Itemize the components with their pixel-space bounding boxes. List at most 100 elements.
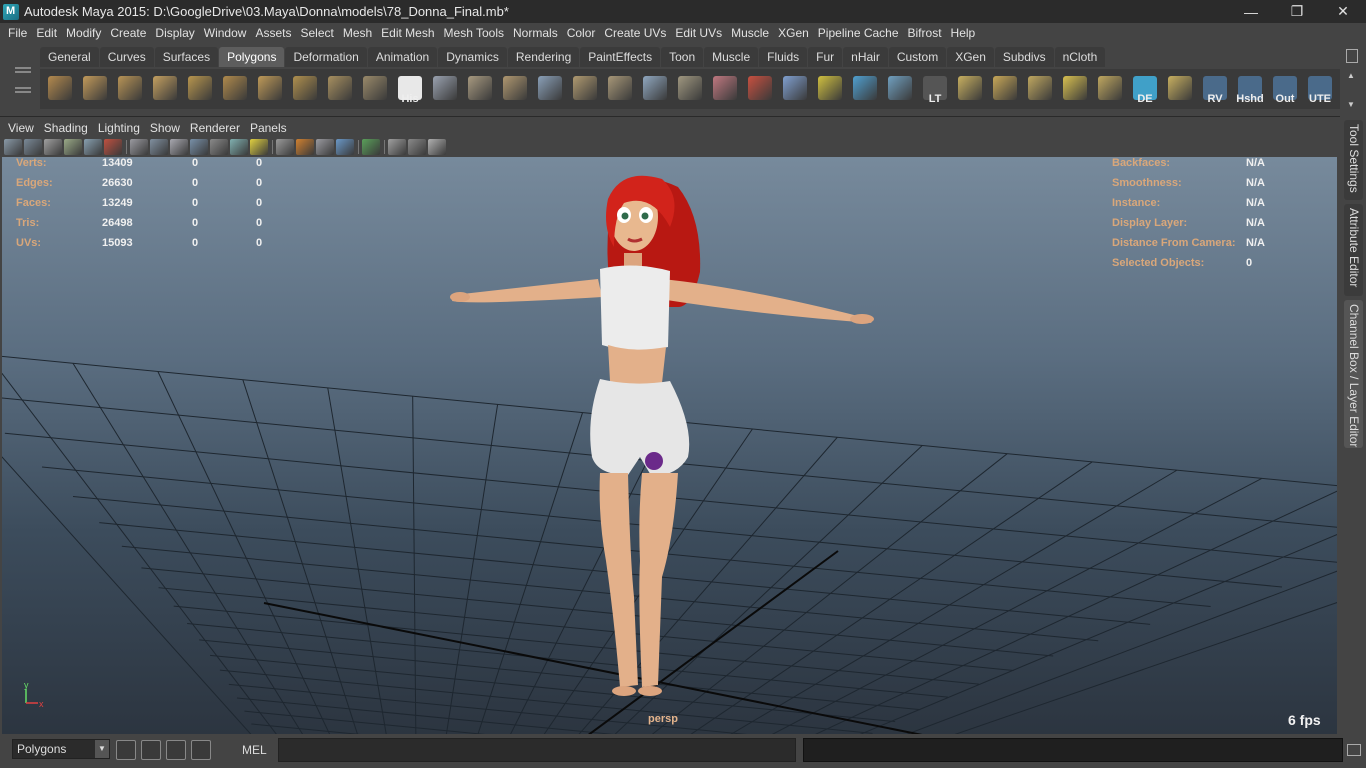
select-camera-icon[interactable] xyxy=(4,139,22,155)
shelf-tab-general[interactable]: General xyxy=(40,47,99,67)
menu-bifrost[interactable]: Bifrost xyxy=(904,23,947,43)
menu-pipeline-cache[interactable]: Pipeline Cache xyxy=(814,23,904,43)
poly-cylinder-icon[interactable] xyxy=(113,72,147,106)
cut-faces-icon[interactable] xyxy=(708,72,742,106)
panel-menu-panels[interactable]: Panels xyxy=(246,119,293,137)
poly-sphere-icon[interactable] xyxy=(43,72,77,106)
menu-mesh[interactable]: Mesh xyxy=(339,23,377,43)
create-polygon-tool-icon[interactable] xyxy=(323,72,357,106)
anti-alias-icon[interactable] xyxy=(336,139,354,155)
menu-window[interactable]: Window xyxy=(200,23,252,43)
menu-create-uvs[interactable]: Create UVs xyxy=(600,23,671,43)
smooth-shade-icon[interactable] xyxy=(170,139,188,155)
menu-file[interactable]: File xyxy=(4,23,32,43)
snap-together-icon[interactable] xyxy=(116,740,136,760)
image-plane-icon[interactable] xyxy=(64,139,82,155)
tab-tool-settings[interactable]: Tool Settings xyxy=(1344,120,1363,200)
backface-icon[interactable] xyxy=(408,139,426,155)
wireframe-icon[interactable] xyxy=(130,139,148,155)
poly-pyramid-icon[interactable] xyxy=(253,72,287,106)
bridge-icon[interactable] xyxy=(463,72,497,106)
shelf-tab-dynamics[interactable]: Dynamics xyxy=(438,47,507,67)
menu-muscle[interactable]: Muscle xyxy=(727,23,774,43)
combine-icon[interactable] xyxy=(673,72,707,106)
shelf-tab-subdivs[interactable]: Subdivs xyxy=(994,47,1054,67)
xray-icon[interactable] xyxy=(210,139,228,155)
menu-select[interactable]: Select xyxy=(296,23,338,43)
menu-edit[interactable]: Edit xyxy=(32,23,62,43)
two-d-pan-icon[interactable] xyxy=(84,139,102,155)
shadow-icon[interactable] xyxy=(276,139,294,155)
menu-edit-mesh[interactable]: Edit Mesh xyxy=(377,23,439,43)
append-polygon-icon[interactable] xyxy=(498,72,532,106)
offset-edge-loop-icon[interactable] xyxy=(603,72,637,106)
shelf-tab-xgen[interactable]: XGen xyxy=(947,47,994,67)
shelf-tab-animation[interactable]: Animation xyxy=(367,47,438,67)
panel-menu-view[interactable]: View xyxy=(4,119,40,137)
uv-relax-icon[interactable] xyxy=(1093,72,1127,106)
uv-cut-icon[interactable] xyxy=(988,72,1022,106)
close-button[interactable]: ✕ xyxy=(1320,0,1366,23)
menu-xgen[interactable]: XGen xyxy=(774,23,814,43)
menu-color[interactable]: Color xyxy=(563,23,601,43)
bookmark-icon[interactable] xyxy=(44,139,62,155)
render-node-icon[interactable] xyxy=(883,72,917,106)
tab-attribute-editor[interactable]: Attribute Editor xyxy=(1344,204,1363,296)
panel-menu-lighting[interactable]: Lighting xyxy=(94,119,146,137)
arrow-down-icon[interactable]: ▼ xyxy=(1347,100,1355,109)
minimize-button[interactable]: — xyxy=(1228,0,1274,23)
poly-plane-icon[interactable] xyxy=(183,72,217,106)
shelf-tab-toon[interactable]: Toon xyxy=(661,47,704,67)
manipulator-icon[interactable] xyxy=(848,72,882,106)
shelf-tab-nhair[interactable]: nHair xyxy=(843,47,888,67)
paint-tool-icon[interactable] xyxy=(743,72,777,106)
panel-menu-renderer[interactable]: Renderer xyxy=(186,119,246,137)
sculpt-geometry-icon[interactable] xyxy=(358,72,392,106)
shelf-tab-painteffects[interactable]: PaintEffects xyxy=(580,47,661,67)
grid-icon[interactable] xyxy=(150,139,168,155)
uv-layout-icon[interactable] xyxy=(953,72,987,106)
command-input[interactable] xyxy=(278,738,796,762)
hud-icon[interactable] xyxy=(428,139,446,155)
render-settings-icon[interactable] xyxy=(191,740,211,760)
ao-icon[interactable] xyxy=(296,139,314,155)
out-script-icon[interactable]: Out xyxy=(1268,72,1302,106)
motion-blur-icon[interactable] xyxy=(316,139,334,155)
trash-icon[interactable] xyxy=(1346,49,1358,63)
isolate-select-icon[interactable] xyxy=(362,139,380,155)
split-polygon-icon[interactable] xyxy=(533,72,567,106)
tab-channel-box[interactable]: Channel Box / Layer Editor xyxy=(1344,300,1363,448)
menu-create[interactable]: Create xyxy=(106,23,151,43)
menu-set-select[interactable]: Polygons ▼ xyxy=(12,739,110,759)
shelf-tab-muscle[interactable]: Muscle xyxy=(704,47,759,67)
mel-label[interactable]: MEL xyxy=(242,743,267,757)
menu-assets[interactable]: Assets xyxy=(251,23,296,43)
panel-menu-shading[interactable]: Shading xyxy=(40,119,94,137)
shelf-tab-curves[interactable]: Curves xyxy=(99,47,154,67)
extrude-icon[interactable] xyxy=(428,72,462,106)
ute-script-icon[interactable]: UTE xyxy=(1303,72,1337,106)
de-script-icon[interactable]: DE xyxy=(1128,72,1162,106)
target-snap-icon[interactable] xyxy=(813,72,847,106)
shelf-scroll[interactable]: ▲ ▼ xyxy=(1344,71,1358,109)
poly-torus-icon[interactable] xyxy=(218,72,252,106)
camera-attributes-icon[interactable] xyxy=(24,139,42,155)
shelf-tab-ncloth[interactable]: nCloth xyxy=(1054,47,1106,67)
shelf-tab-polygons[interactable]: Polygons xyxy=(219,47,285,67)
uv-sew-icon[interactable] xyxy=(1023,72,1057,106)
texture-icon[interactable] xyxy=(230,139,248,155)
insert-edge-loop-icon[interactable] xyxy=(568,72,602,106)
shelf-tab-custom[interactable]: Custom xyxy=(888,47,947,67)
flat-shade-icon[interactable] xyxy=(190,139,208,155)
menu-normals[interactable]: Normals xyxy=(509,23,563,43)
shelf-tab-deformation[interactable]: Deformation xyxy=(285,47,367,67)
shelf-tab-rendering[interactable]: Rendering xyxy=(507,47,580,67)
lights-icon[interactable] xyxy=(250,139,268,155)
script-editor-icon[interactable] xyxy=(141,740,161,760)
perspective-viewport[interactable]: y x Verts: 13409 0 0 Edges: 26630 0 0 Faces: 1324… xyxy=(2,157,1337,734)
hshd-script-icon[interactable]: Hshd xyxy=(1233,72,1267,106)
arrow-up-icon[interactable]: ▲ xyxy=(1347,71,1355,80)
poly-cone-icon[interactable] xyxy=(148,72,182,106)
shelf-tab-fur[interactable]: Fur xyxy=(808,47,843,67)
menu-display[interactable]: Display xyxy=(151,23,199,43)
